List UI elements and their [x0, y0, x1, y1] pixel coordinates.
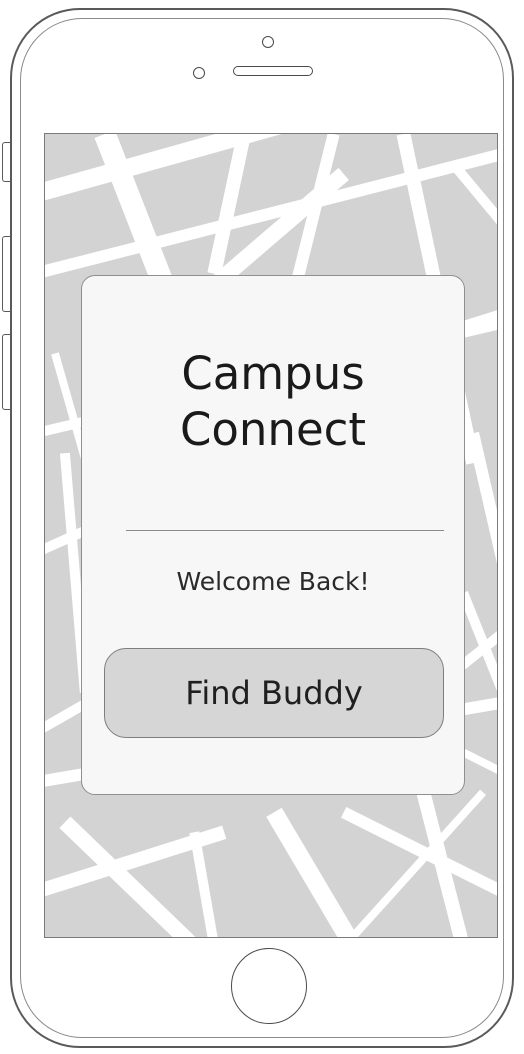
- speaker-icon: [233, 66, 313, 76]
- app-title-line-1: Campus: [181, 347, 365, 400]
- find-buddy-button[interactable]: Find Buddy: [104, 648, 444, 738]
- welcome-message: Welcome Back!: [176, 567, 370, 596]
- volume-up-button: [2, 236, 10, 312]
- home-button-icon[interactable]: [231, 948, 307, 1024]
- mute-switch: [2, 142, 10, 182]
- volume-down-button: [2, 334, 10, 410]
- app-title: Campus Connect: [82, 346, 464, 458]
- welcome-card: Campus Connect Welcome Back! Find Buddy: [81, 275, 465, 795]
- proximity-sensor-icon: [262, 36, 274, 48]
- screen: Campus Connect Welcome Back! Find Buddy: [44, 133, 498, 938]
- app-title-line-2: Connect: [179, 403, 367, 456]
- divider: [126, 530, 444, 531]
- camera-icon: [193, 67, 205, 79]
